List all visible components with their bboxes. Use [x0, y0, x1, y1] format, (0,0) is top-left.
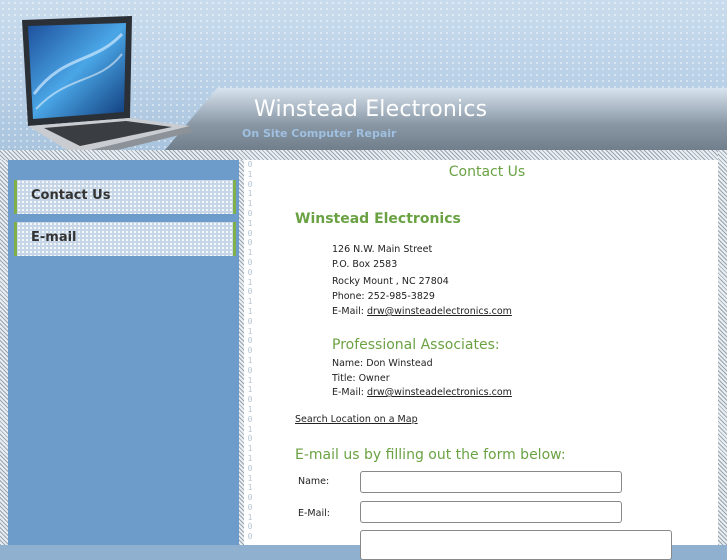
associate-email-label: E-Mail:: [332, 387, 367, 398]
nav-email[interactable]: E-mail: [14, 222, 236, 256]
address-email-label: E-Mail:: [332, 306, 367, 317]
address-email-link[interactable]: drw@winsteadelectronics.com: [367, 306, 512, 317]
page-title: Contact Us: [448, 164, 526, 180]
associates-title: Professional Associates:: [332, 337, 500, 353]
map-link[interactable]: Search Location on a Map: [295, 414, 418, 425]
message-textarea[interactable]: [360, 530, 672, 560]
address-phone: Phone: 252-985-3829: [332, 291, 435, 302]
header-banner: Winstead Electronics On Site Computer Re…: [0, 0, 727, 150]
address-city: Rocky Mount , NC 27804: [332, 276, 449, 287]
main-content: Contact Us Winstead Electronics 126 N.W.…: [256, 160, 718, 560]
associate-title: Title: Owner: [332, 373, 390, 384]
brand-tagline: On Site Computer Repair: [242, 127, 397, 140]
laptop-image: [22, 16, 192, 150]
binary-digits: 0 1 0 1 1 0 1 0 0 1 0 0 1 0 1 1 0 1 0 0 …: [247, 160, 253, 542]
sidebar-left-edge: [0, 160, 8, 545]
nav-email-label: E-mail: [31, 230, 77, 245]
nav-contact-us-label: Contact Us: [31, 188, 111, 203]
right-edge: [718, 150, 727, 545]
associate-email-link[interactable]: drw@winsteadelectronics.com: [367, 387, 512, 398]
address-street: 126 N.W. Main Street: [332, 244, 433, 255]
email-label: E-Mail:: [298, 508, 330, 519]
brand-title: Winstead Electronics: [254, 97, 488, 122]
email-input[interactable]: [360, 501, 622, 523]
name-input[interactable]: [360, 471, 622, 493]
address-pobox: P.O. Box 2583: [332, 259, 398, 270]
address-email-row: E-Mail: drw@winsteadelectronics.com: [332, 306, 512, 317]
sidebar: [0, 160, 244, 545]
associate-email-row: E-Mail: drw@winsteadelectronics.com: [332, 387, 512, 398]
form-title: E-mail us by filling out the form below:: [295, 447, 566, 463]
header-divider: [0, 150, 727, 160]
binary-decoration: 0 1 0 1 1 0 1 0 0 1 0 0 1 0 1 1 0 1 0 0 …: [244, 160, 256, 545]
name-label: Name:: [298, 476, 330, 487]
nav-contact-us[interactable]: Contact Us: [14, 180, 236, 214]
associate-name: Name: Don Winstead: [332, 358, 433, 369]
company-name: Winstead Electronics: [295, 211, 461, 227]
